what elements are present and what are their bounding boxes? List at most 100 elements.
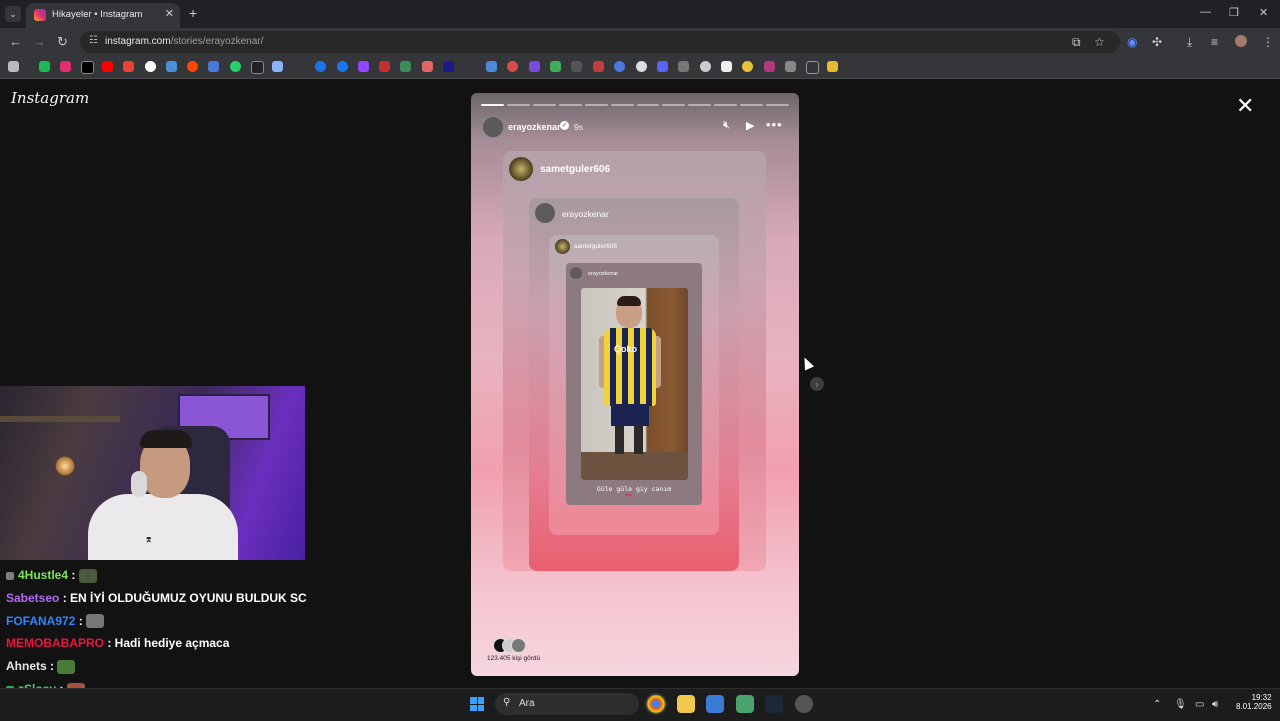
reshared-username: sametguler606 bbox=[540, 164, 611, 175]
photos-app-icon[interactable] bbox=[706, 695, 724, 713]
bookmark-star-icon[interactable]: ☆ bbox=[1094, 35, 1105, 49]
bookmark-icon[interactable] bbox=[251, 61, 264, 74]
play-icon[interactable]: ▶ bbox=[746, 119, 754, 132]
chat-username[interactable]: FOFANA972 bbox=[6, 614, 75, 628]
folder-icon[interactable] bbox=[827, 61, 838, 72]
bookmark-icon[interactable] bbox=[145, 61, 156, 72]
bookmark-icon[interactable] bbox=[102, 61, 113, 72]
bookmark-icon[interactable] bbox=[657, 61, 668, 72]
instagram-favicon-icon bbox=[34, 9, 46, 21]
microphone-icon[interactable]: 🎙︎ bbox=[1174, 699, 1187, 710]
tab-instagram[interactable]: Hikayeler • Instagram ✕ bbox=[26, 3, 180, 28]
viewer-avatars[interactable] bbox=[493, 638, 529, 653]
bookmark-icon[interactable] bbox=[230, 61, 241, 72]
network-icon[interactable]: ▭ bbox=[1195, 699, 1204, 710]
bookmark-icon[interactable] bbox=[636, 61, 647, 72]
close-tab-icon[interactable]: ✕ bbox=[165, 7, 174, 20]
volume-icon[interactable]: 🔊︎ bbox=[1212, 699, 1218, 710]
bookmark-icon[interactable] bbox=[764, 61, 775, 72]
bookmark-icon[interactable] bbox=[422, 61, 433, 72]
bookmark-icon[interactable] bbox=[443, 61, 454, 72]
back-icon[interactable]: ← bbox=[9, 34, 22, 49]
bookmark-icon[interactable] bbox=[379, 61, 390, 72]
steam-app-icon[interactable] bbox=[765, 695, 783, 713]
file-explorer-icon[interactable] bbox=[677, 695, 695, 713]
address-bar[interactable]: ☷ instagram.com/stories/erayozkenar/ bbox=[80, 31, 1120, 53]
forward-icon[interactable]: → bbox=[33, 34, 46, 49]
chat-username[interactable]: 4Hustle4 bbox=[18, 568, 68, 582]
photo-shorts bbox=[611, 404, 649, 426]
bookmark-icon[interactable] bbox=[81, 61, 94, 74]
site-info-icon[interactable]: ☷ bbox=[89, 35, 98, 46]
tab-search-button[interactable]: ⌄ bbox=[5, 6, 21, 22]
bookmark-icon[interactable] bbox=[272, 61, 283, 72]
bookmark-icon[interactable] bbox=[123, 61, 134, 72]
progress-segment bbox=[636, 104, 660, 106]
chat-username[interactable]: MEMOBABAPRO bbox=[6, 636, 104, 650]
more-options-icon[interactable]: ••• bbox=[766, 117, 783, 132]
bookmark-icon[interactable] bbox=[593, 61, 604, 72]
mute-icon[interactable]: 🔇︎ bbox=[723, 119, 730, 132]
tray-chevron-icon[interactable]: ⌃ bbox=[1153, 699, 1161, 710]
bookmark-icon[interactable] bbox=[721, 61, 732, 72]
bookmark-icon[interactable] bbox=[60, 61, 71, 72]
app-icon[interactable] bbox=[795, 695, 813, 713]
verified-badge-icon: ✓ bbox=[560, 121, 569, 130]
extension-icon[interactable]: ◉ bbox=[1127, 35, 1137, 49]
instagram-logo[interactable]: Instagram bbox=[11, 89, 89, 107]
avatar[interactable] bbox=[482, 116, 504, 138]
bookmark-icon[interactable] bbox=[315, 61, 326, 72]
close-story-icon[interactable]: ✕ bbox=[1236, 93, 1254, 119]
taskbar-search[interactable]: ⚲ Ara bbox=[495, 693, 639, 715]
bookmark-icon[interactable] bbox=[700, 61, 711, 72]
bookmark-icon[interactable] bbox=[806, 61, 819, 74]
system-clock[interactable]: 19:32 8.01.2026 bbox=[1236, 693, 1272, 711]
download-icon[interactable]: ⤓ bbox=[1187, 35, 1192, 50]
new-tab-button[interactable]: + bbox=[189, 5, 197, 21]
bookmark-icon[interactable] bbox=[39, 61, 50, 72]
bookmark-icon[interactable] bbox=[400, 61, 411, 72]
chat-emote-icon bbox=[86, 614, 105, 629]
bookmark-icon[interactable] bbox=[166, 61, 177, 72]
minimize-button[interactable]: — bbox=[1200, 6, 1211, 18]
progress-segment bbox=[481, 104, 504, 106]
avatar bbox=[511, 638, 526, 653]
story-username[interactable]: erayozkenar bbox=[508, 122, 561, 132]
reload-icon[interactable]: ↻ bbox=[57, 34, 68, 50]
start-button[interactable] bbox=[470, 697, 484, 711]
bookmark-icon[interactable] bbox=[208, 61, 219, 72]
bookmark-icon[interactable] bbox=[550, 61, 561, 72]
extensions-puzzle-icon[interactable]: ✣ bbox=[1152, 35, 1162, 49]
bookmark-icon[interactable] bbox=[678, 61, 689, 72]
window-close-button[interactable]: ✕ bbox=[1259, 6, 1268, 19]
app-icon[interactable] bbox=[736, 695, 754, 713]
bookmark-icon[interactable] bbox=[785, 61, 796, 72]
photo-jersey bbox=[604, 328, 656, 406]
cast-icon[interactable]: ⧉ bbox=[1072, 35, 1081, 50]
reshared-username: sametguler606 bbox=[574, 243, 617, 250]
apps-icon[interactable] bbox=[8, 61, 19, 72]
viewer-count[interactable]: 123.405 kişi gördü bbox=[487, 655, 540, 662]
bookmark-icon[interactable] bbox=[187, 61, 198, 72]
chat-username[interactable]: Sabetseo bbox=[6, 591, 59, 605]
bookmark-icon[interactable] bbox=[529, 61, 540, 72]
chat-separator: : bbox=[46, 659, 58, 674]
jersey-text: Qoko bbox=[614, 344, 638, 354]
menu-icon[interactable]: ⋮ bbox=[1262, 35, 1274, 49]
chat-username[interactable]: Ahnets bbox=[6, 659, 47, 673]
chat-message: FOFANA972 : bbox=[6, 614, 105, 629]
bookmark-icon[interactable] bbox=[614, 61, 625, 72]
media-control-icon[interactable]: ≡ bbox=[1211, 35, 1218, 49]
progress-segment bbox=[740, 104, 764, 106]
profile-avatar[interactable] bbox=[1235, 35, 1247, 47]
story-viewer[interactable]: erayozkenar ✓ 9s 🔇︎ ▶ ••• sametguler606 … bbox=[471, 93, 799, 676]
bookmark-icon[interactable] bbox=[486, 61, 497, 72]
bookmark-icon[interactable] bbox=[358, 61, 369, 72]
maximize-button[interactable]: ❐ bbox=[1229, 6, 1239, 19]
bookmark-icon[interactable] bbox=[742, 61, 753, 72]
bookmark-icon[interactable] bbox=[507, 61, 518, 72]
bookmark-icon[interactable] bbox=[337, 61, 348, 72]
bookmark-icon[interactable] bbox=[571, 61, 582, 72]
chrome-app-icon[interactable] bbox=[647, 695, 665, 713]
next-story-button[interactable]: › bbox=[810, 377, 824, 391]
